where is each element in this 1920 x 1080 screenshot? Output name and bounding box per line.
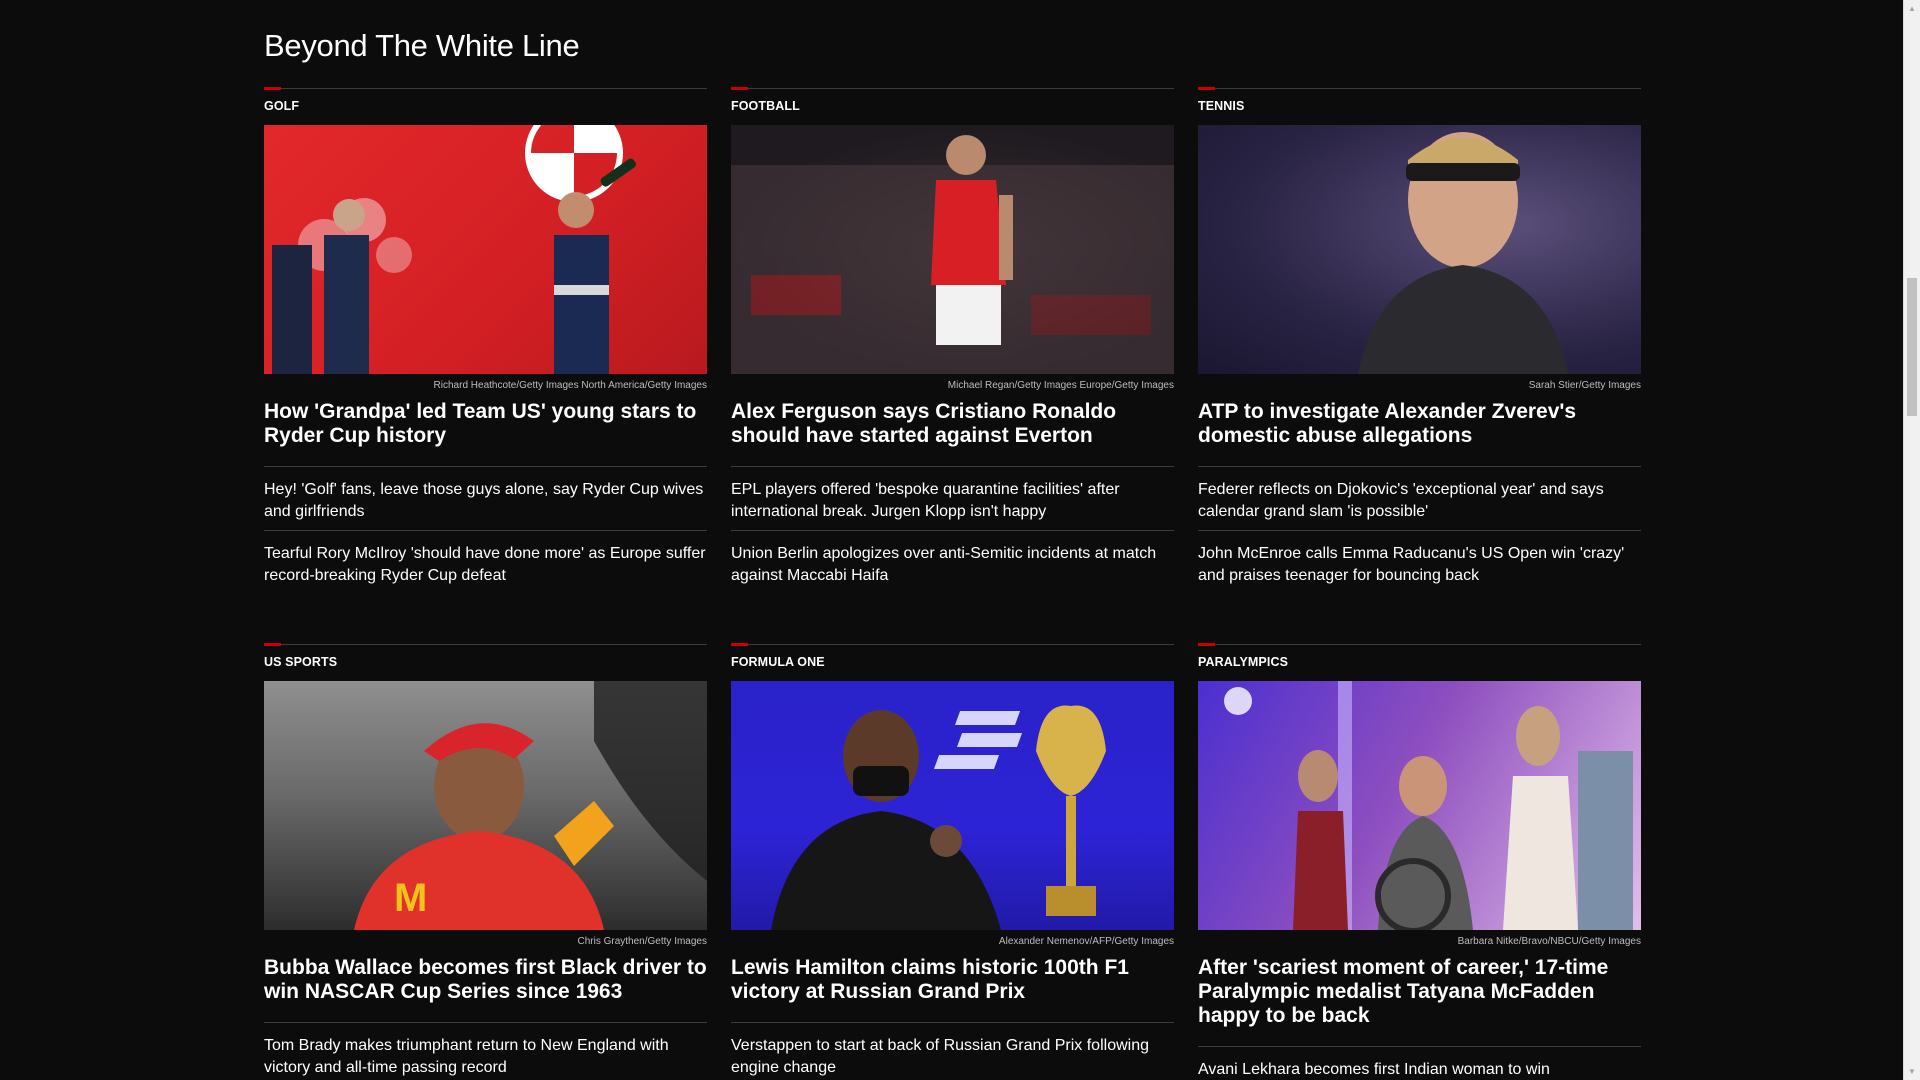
story-headline[interactable]: Bubba Wallace becomes first Black driver… <box>264 956 707 1023</box>
story-headline[interactable]: ATP to investigate Alexander Zverev's do… <box>1198 400 1641 467</box>
scrollbar-thumb[interactable] <box>1907 278 1917 416</box>
story-row: GOLF Richard Heathcote/Getty Images Nort… <box>264 87 1642 594</box>
story-image[interactable] <box>731 125 1174 374</box>
story-card-paralympics: PARALYMPICS Barbara Nitke/Bravo/NBCU/Get… <box>1198 643 1641 1080</box>
related-story-link[interactable]: Avani Lekhara becomes first Indian woman… <box>1198 1047 1641 1080</box>
story-image[interactable] <box>264 125 707 374</box>
image-credit: Alexander Nemenov/AFP/Getty Images <box>998 936 1174 947</box>
related-story-link[interactable]: Verstappen to start at back of Russian G… <box>731 1023 1174 1080</box>
related-story-link[interactable]: Tom Brady makes triumphant return to New… <box>264 1023 707 1080</box>
related-story-link[interactable]: Hey! 'Golf' fans, leave those guys alone… <box>264 467 707 531</box>
related-story-link[interactable]: Tearful Rory McIlroy 'should have done m… <box>264 531 707 594</box>
related-story-link[interactable]: Union Berlin apologizes over anti-Semiti… <box>731 531 1174 594</box>
image-credit: Barbara Nitke/Bravo/NBCU/Getty Images <box>1457 936 1641 947</box>
story-headline[interactable]: Lewis Hamilton claims historic 100th F1 … <box>731 956 1174 1023</box>
related-story-link[interactable]: Federer reflects on Djokovic's 'exceptio… <box>1198 467 1641 531</box>
story-image[interactable] <box>1198 681 1641 930</box>
image-credit: Richard Heathcote/Getty Images North Ame… <box>433 380 707 391</box>
vertical-scrollbar[interactable]: ▲ ▼ <box>1903 0 1920 1080</box>
story-row: US SPORTS M Chris Graythen/Getty Images … <box>264 643 1642 1080</box>
story-grid: GOLF Richard Heathcote/Getty Images Nort… <box>264 87 1642 1080</box>
story-headline[interactable]: How 'Grandpa' led Team US' young stars t… <box>264 400 707 467</box>
category-label[interactable]: PARALYMPICS <box>1198 655 1641 671</box>
category-label[interactable]: GOLF <box>264 99 707 115</box>
story-image[interactable]: M <box>264 681 707 930</box>
story-card-football: FOOTBALL Michael Regan/Getty Images Euro… <box>731 87 1174 594</box>
story-image[interactable] <box>1198 125 1641 374</box>
story-headline[interactable]: Alex Ferguson says Cristiano Ronaldo sho… <box>731 400 1174 467</box>
story-card-tennis: TENNIS Sarah Stier/Getty Images ATP to i… <box>1198 87 1641 594</box>
image-credit: Sarah Stier/Getty Images <box>1528 380 1641 391</box>
related-story-link[interactable]: John McEnroe calls Emma Raducanu's US Op… <box>1198 531 1641 594</box>
category-label[interactable]: FORMULA ONE <box>731 655 1174 671</box>
category-label[interactable]: US SPORTS <box>264 655 707 671</box>
svg-text:M: M <box>394 876 427 920</box>
story-image[interactable] <box>731 681 1174 930</box>
story-headline[interactable]: After 'scariest moment of career,' 17-ti… <box>1198 956 1641 1047</box>
section-title: Beyond The White Line <box>264 28 580 63</box>
story-card-formula-one: FORMULA ONE Alexander Nemenov/AFP/Getty … <box>731 643 1174 1080</box>
scroll-down-arrow-icon[interactable]: ▼ <box>1904 1063 1920 1080</box>
story-card-us-sports: US SPORTS M Chris Graythen/Getty Images … <box>264 643 708 1080</box>
image-credit: Michael Regan/Getty Images Europe/Getty … <box>947 380 1174 391</box>
related-story-link[interactable]: EPL players offered 'bespoke quarantine … <box>731 467 1174 531</box>
image-credit: Chris Graythen/Getty Images <box>577 936 708 947</box>
scroll-up-arrow-icon[interactable]: ▲ <box>1904 0 1920 17</box>
category-label[interactable]: FOOTBALL <box>731 99 1174 115</box>
story-card-golf: GOLF Richard Heathcote/Getty Images Nort… <box>264 87 707 594</box>
category-label[interactable]: TENNIS <box>1198 99 1641 115</box>
